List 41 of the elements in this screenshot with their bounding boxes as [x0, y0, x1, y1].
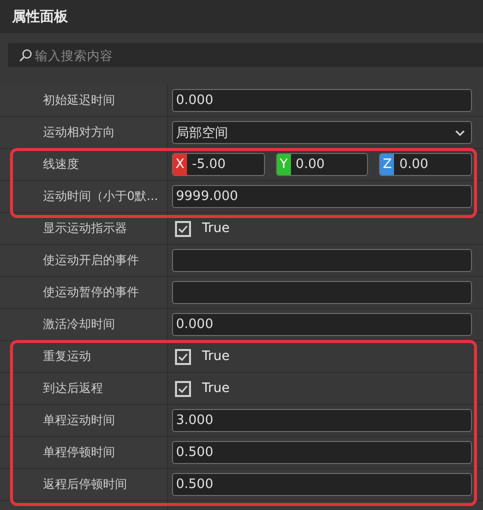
input-field[interactable]: 0.500	[172, 473, 472, 496]
panel-title: 属性面板	[12, 8, 68, 26]
search-field[interactable]: 输入搜索内容	[8, 43, 483, 67]
property-label: 初始延迟时间	[43, 92, 115, 109]
input-field[interactable]: 0.500	[172, 441, 472, 464]
input-field[interactable]	[172, 281, 472, 304]
input-field[interactable]: 0.000	[172, 89, 472, 112]
input-field[interactable]: 9999.000	[172, 185, 472, 208]
chevron-icon	[455, 130, 465, 136]
property-label: 激活冷却时间	[43, 316, 115, 333]
property-label: 使运动开启的事件	[43, 252, 139, 269]
number-field[interactable]: Z 0.00	[379, 153, 472, 176]
number-field[interactable]: X -5.00	[172, 153, 265, 176]
check-icon	[178, 352, 188, 360]
property-label: 线速度	[43, 156, 79, 173]
number-field[interactable]: Y 0.00	[276, 153, 368, 176]
check-icon	[178, 224, 188, 232]
property-label: 运动时间（小于0默...	[43, 188, 158, 205]
check-icon	[178, 384, 188, 392]
checkbox[interactable]	[175, 380, 191, 396]
property-label: 单程运动时间	[43, 412, 115, 429]
checkbox-label: True	[202, 381, 230, 396]
input-field[interactable]: 3.000	[172, 409, 472, 432]
checkbox-label: True	[202, 349, 230, 364]
property-label: 显示运动指示器	[43, 220, 127, 237]
property-label: 返程后停顿时间	[43, 476, 127, 493]
dropdown[interactable]: 局部空间	[172, 121, 472, 144]
property-label: 运动相对方向	[43, 124, 115, 141]
axis-badge: Y	[276, 154, 291, 175]
input-field[interactable]: 0.000	[172, 313, 472, 336]
checkbox[interactable]	[175, 348, 191, 364]
input-field[interactable]	[172, 249, 472, 272]
property-label: 单程停顿时间	[43, 444, 115, 461]
property-label: 重复运动	[43, 348, 91, 365]
property-label: 到达后返程	[43, 380, 103, 397]
axis-badge: X	[173, 154, 187, 175]
checkbox[interactable]	[175, 220, 191, 236]
property-label: 使运动暂停的事件	[43, 284, 139, 301]
search-icon	[19, 49, 32, 62]
checkbox-label: True	[202, 221, 230, 236]
axis-badge: Z	[380, 154, 394, 175]
